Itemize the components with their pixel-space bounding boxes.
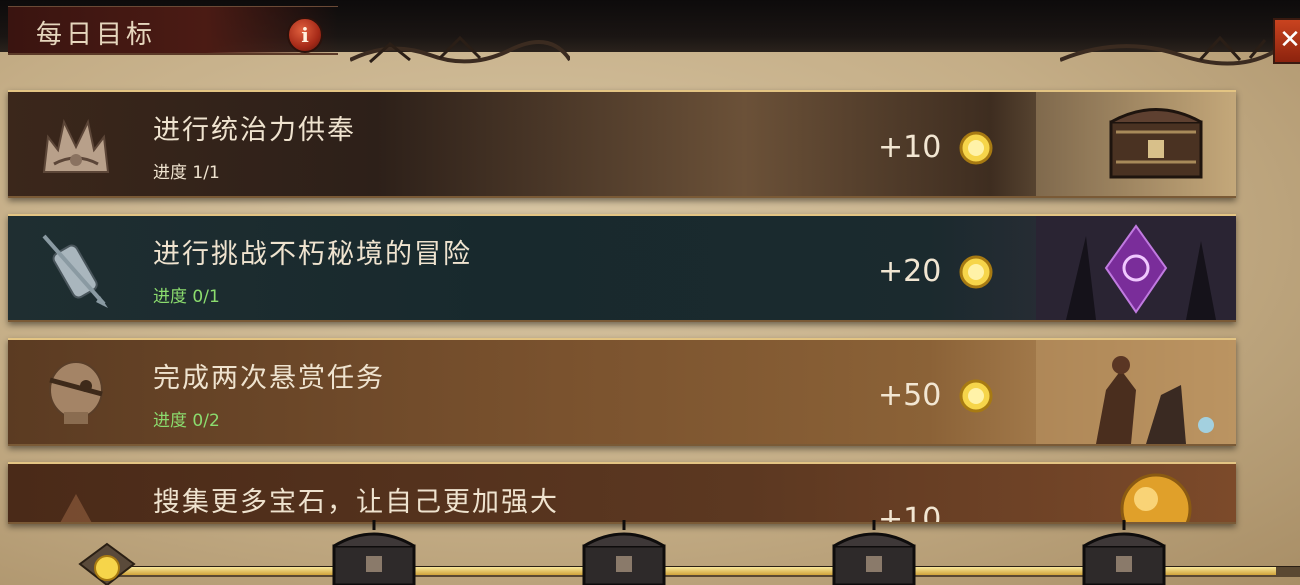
page-title: 每日目标	[36, 20, 157, 50]
info-button[interactable]: i	[287, 17, 323, 53]
task-name: 完成两次悬赏任务	[153, 363, 385, 394]
reward-chest-4-icon[interactable]	[1078, 518, 1170, 585]
task-row-rift[interactable]: 进行挑战不朽秘境的冒险 进度 0/1 +20	[8, 214, 1236, 322]
gold-coin-icon	[959, 255, 993, 289]
medal-start-icon	[78, 542, 136, 585]
task-name: 进行统治力供奉	[153, 115, 356, 146]
task-progress: 进度 1/1	[153, 163, 220, 183]
task-name: 进行挑战不朽秘境的冒险	[153, 239, 472, 270]
scroll-arrow-icon	[42, 234, 108, 308]
task-row-tribute[interactable]: 进行统治力供奉 进度 1/1 +10	[8, 90, 1236, 198]
treasure-chest-icon	[1036, 92, 1236, 196]
reward-chest-3-icon[interactable]	[828, 518, 920, 585]
ornament-right-decoration	[1060, 35, 1280, 66]
gold-coin-icon	[959, 131, 993, 165]
close-button[interactable]: ✕	[1273, 18, 1300, 64]
task-points: +50	[878, 378, 942, 413]
task-points: +10	[878, 130, 942, 165]
reward-chest-2-icon[interactable]	[578, 518, 670, 585]
task-row-bounty[interactable]: 完成两次悬赏任务 进度 0/2 +50	[8, 338, 1236, 446]
golden-orb-icon	[1120, 473, 1192, 522]
gold-coin-icon	[959, 379, 993, 413]
task-progress: 进度 0/2	[153, 411, 220, 431]
task-progress: 进度 0/1	[153, 287, 220, 307]
gem-sigil-icon	[60, 494, 92, 522]
skull-eyepatch-icon	[49, 361, 103, 424]
purple-crystal-icon	[1036, 216, 1236, 320]
warrior-battle-icon	[1036, 340, 1236, 444]
task-name: 搜集更多宝石，让自己更加强大	[153, 487, 559, 518]
task-row-gems[interactable]: 搜集更多宝石，让自己更加强大 +10	[8, 462, 1236, 524]
task-points: +20	[878, 254, 942, 289]
reward-chest-1-icon[interactable]	[328, 518, 420, 585]
crown-sigil-icon	[42, 118, 110, 173]
ornament-left-decoration	[350, 35, 570, 64]
